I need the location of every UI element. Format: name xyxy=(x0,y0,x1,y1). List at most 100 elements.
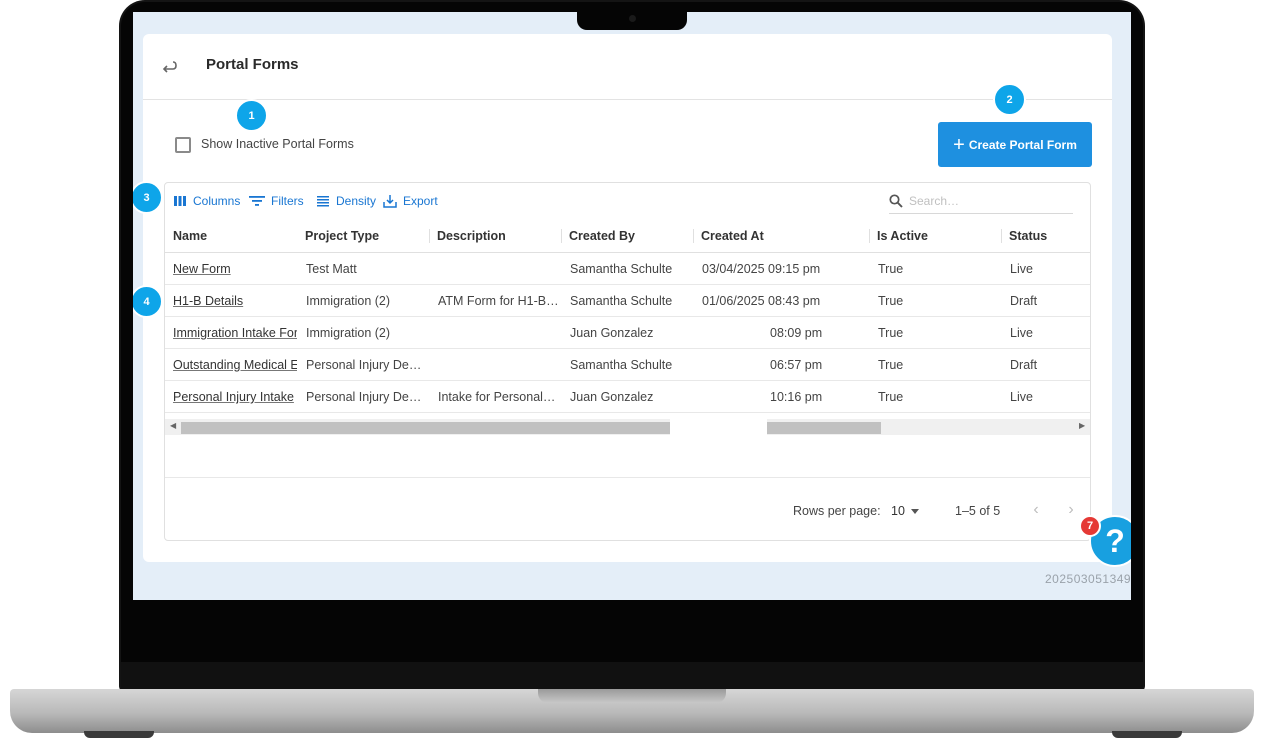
scrollbar-gap xyxy=(670,419,767,435)
callout-badge-2: 2 xyxy=(993,83,1026,116)
cell-is-active: True xyxy=(878,390,904,404)
scroll-left-icon[interactable]: ◀ xyxy=(170,421,176,430)
filters-label: Filters xyxy=(271,194,304,208)
page-header: Portal Forms xyxy=(143,34,1112,100)
form-name-link[interactable]: H1-B Details xyxy=(165,285,297,317)
cell-status: Live xyxy=(1010,390,1033,404)
cell-status: Draft xyxy=(1010,358,1038,372)
search-icon xyxy=(889,193,903,208)
grid-header-row: Name Project Type Description Created By… xyxy=(165,219,1090,253)
show-inactive-checkbox[interactable] xyxy=(175,137,191,153)
rows-per-page-label: Rows per page: xyxy=(793,504,881,518)
grid-footer: Rows per page: 10 1–5 of 5 ‹ › xyxy=(165,477,1090,540)
laptop-foot xyxy=(1112,731,1182,738)
laptop-chin xyxy=(121,662,1143,690)
cell-description: Intake for Personal… xyxy=(438,390,556,404)
cell-created-by: Juan Gonzalez xyxy=(570,326,654,340)
cell-is-active: True xyxy=(878,262,904,276)
plus-icon: + xyxy=(953,133,965,156)
show-inactive-label[interactable]: Show Inactive Portal Forms xyxy=(201,137,354,151)
column-header-created-by[interactable]: Created By xyxy=(561,219,693,253)
cell-created-at: 01/06/2025 08:43 pm xyxy=(702,294,821,308)
cell-created-at: 06:57 pm xyxy=(770,358,823,372)
laptop-foot xyxy=(84,731,154,738)
cell-description xyxy=(430,253,561,285)
scrollbar-thumb[interactable] xyxy=(181,422,881,434)
cell-project-type: Test Matt xyxy=(306,262,357,276)
camera-icon xyxy=(629,15,636,22)
download-icon xyxy=(383,195,397,208)
export-label: Export xyxy=(403,194,438,208)
cell-created-by: Samantha Schulte xyxy=(570,358,673,372)
build-version: 202503051349 xyxy=(1045,572,1131,586)
callout-badge-4: 4 xyxy=(133,285,163,318)
cell-project-type: Personal Injury De… xyxy=(306,358,422,372)
form-name-link[interactable]: Immigration Intake For xyxy=(165,317,297,349)
table-row[interactable]: Immigration Intake For Immigration (2) J… xyxy=(165,317,1090,349)
columns-button[interactable]: Columns xyxy=(173,194,240,208)
search-input[interactable] xyxy=(909,193,1059,208)
density-button[interactable]: Density xyxy=(316,194,376,208)
table-row[interactable]: Outstanding Medical E Personal Injury De… xyxy=(165,349,1090,381)
cell-description xyxy=(430,349,561,381)
portal-forms-card: Portal Forms 1 2 3 4 Show Inactive Porta… xyxy=(133,34,1112,562)
form-name-link[interactable]: Personal Injury Intake xyxy=(165,381,297,413)
table-row[interactable]: New Form Test Matt Samantha Schulte 03/0… xyxy=(165,253,1090,285)
table-row[interactable]: H1-B Details Immigration (2) ATM Form fo… xyxy=(165,285,1090,317)
cell-created-by: Juan Gonzalez xyxy=(570,390,654,404)
grid-toolbar: Columns Filters Density Export xyxy=(165,183,1090,219)
density-label: Density xyxy=(336,194,377,208)
columns-label: Columns xyxy=(193,194,241,208)
chevron-right-icon: › xyxy=(1068,501,1074,518)
back-arrow-icon[interactable] xyxy=(159,56,179,76)
cell-description: ATM Form for H1-B… xyxy=(438,294,559,308)
filter-icon xyxy=(249,196,265,206)
column-header-is-active[interactable]: Is Active xyxy=(869,219,1001,253)
rows-per-page-select[interactable]: 10 xyxy=(891,504,919,518)
horizontal-scrollbar[interactable]: ◀ ▶ xyxy=(165,419,1090,435)
cell-status: Draft xyxy=(1010,294,1038,308)
cell-status: Live xyxy=(1010,262,1033,276)
column-header-project-type[interactable]: Project Type xyxy=(297,219,429,253)
cell-created-at: 03/04/2025 09:15 pm xyxy=(702,262,821,276)
column-header-created-at[interactable]: Created At xyxy=(693,219,869,253)
scroll-right-icon[interactable]: ▶ xyxy=(1079,421,1085,430)
callout-badge-3: 3 xyxy=(133,181,163,214)
caret-down-icon xyxy=(910,509,919,515)
cell-description xyxy=(430,317,561,349)
density-icon xyxy=(317,196,329,207)
chevron-left-icon: ‹ xyxy=(1033,501,1039,518)
callout-badge-1: 1 xyxy=(235,99,268,132)
grid-search xyxy=(889,188,1073,214)
previous-page-button[interactable]: ‹ xyxy=(1025,499,1047,521)
cell-created-by: Samantha Schulte xyxy=(570,262,673,276)
help-notification-badge: 7 xyxy=(1079,515,1101,537)
cell-created-at: 08:09 pm xyxy=(770,326,823,340)
cell-project-type: Personal Injury De… xyxy=(306,390,422,404)
form-name-link[interactable]: New Form xyxy=(165,253,297,285)
column-header-name[interactable]: Name xyxy=(165,219,297,253)
table-row[interactable]: Personal Injury Intake Personal Injury D… xyxy=(165,381,1090,413)
create-portal-form-label: Create Portal Form xyxy=(968,137,1077,152)
rows-per-page-value: 10 xyxy=(891,504,905,518)
export-button[interactable]: Export xyxy=(383,194,438,208)
cell-status: Live xyxy=(1010,326,1033,340)
screen: Portal Forms 1 2 3 4 Show Inactive Porta… xyxy=(133,12,1131,600)
column-header-description[interactable]: Description xyxy=(429,219,561,253)
column-header-status[interactable]: Status xyxy=(1001,219,1090,253)
columns-icon xyxy=(174,196,186,206)
question-mark-icon: ? xyxy=(1105,522,1125,559)
cell-created-at: 10:16 pm xyxy=(770,390,823,404)
cell-is-active: True xyxy=(878,294,904,308)
laptop-base-notch xyxy=(538,689,726,703)
filters-button[interactable]: Filters xyxy=(249,194,304,208)
cell-is-active: True xyxy=(878,358,904,372)
pagination-range: 1–5 of 5 xyxy=(955,504,1001,518)
cell-is-active: True xyxy=(878,326,904,340)
form-name-link[interactable]: Outstanding Medical E xyxy=(165,349,297,381)
forms-data-grid: Columns Filters Density Export Search… N… xyxy=(164,182,1091,541)
create-portal-form-button[interactable]: + Create Portal Form xyxy=(938,122,1092,167)
cell-project-type: Immigration (2) xyxy=(306,294,391,308)
next-page-button[interactable]: › xyxy=(1060,499,1082,521)
cell-project-type: Immigration (2) xyxy=(306,326,391,340)
